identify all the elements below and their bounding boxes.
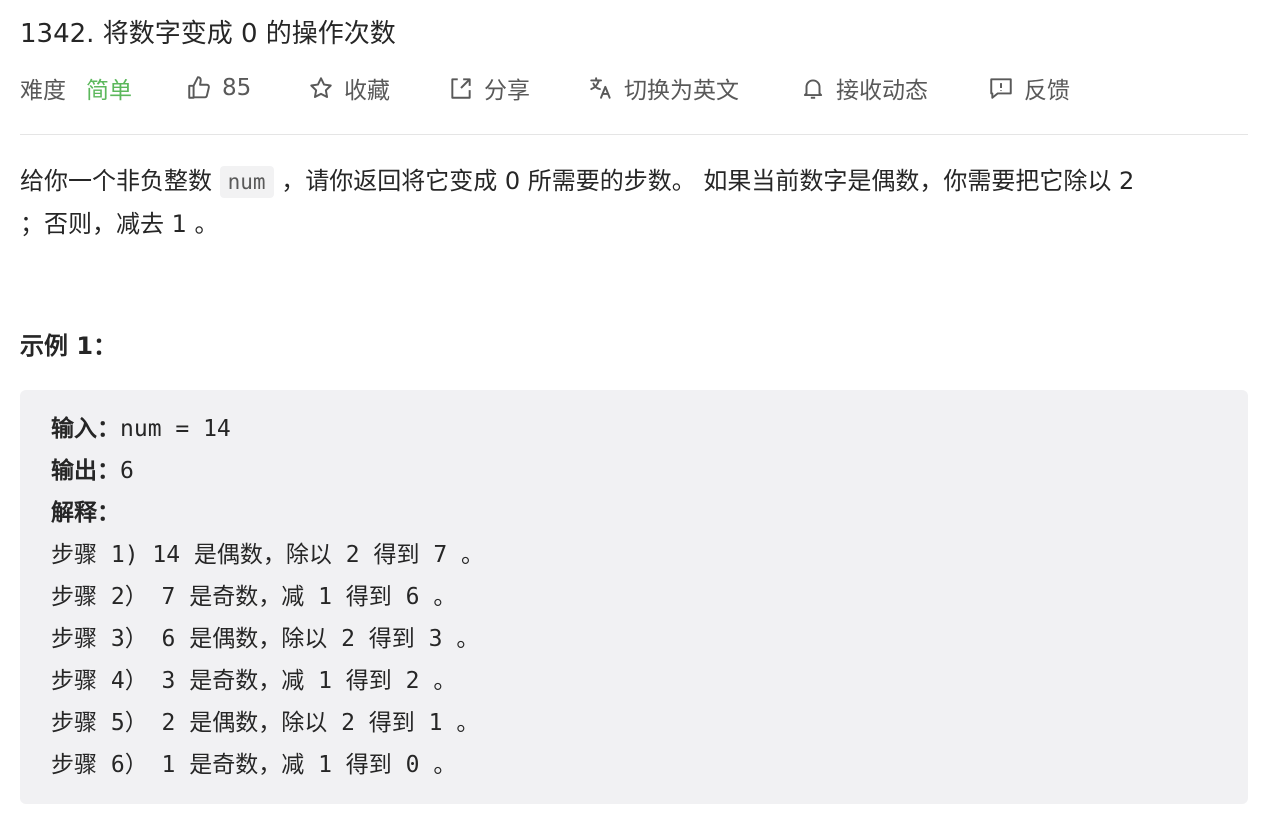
feedback-label: 反馈 [1024, 78, 1070, 104]
input-label: 输入： [51, 416, 120, 442]
description-text: 给你一个非负整数 [20, 167, 212, 195]
like-button[interactable]: 85 [186, 68, 251, 108]
inline-code-num: num [219, 166, 274, 198]
like-count: 85 [222, 75, 252, 101]
example-input: 输入：num = 14 [51, 411, 231, 447]
input-value: num = 14 [120, 416, 231, 442]
example-block: 输入：num = 14 输出：6 解释： 步骤 1) 14 是偶数，除以 2 得… [20, 390, 1248, 804]
subscribe-label: 接收动态 [836, 78, 928, 104]
problem-meta-bar: 难度 简单 85 收藏 分享 切换为英文 接收动态 反馈 [20, 68, 1248, 108]
output-label: 输出： [51, 458, 120, 484]
example-explanation-label: 解释： [51, 495, 120, 531]
explanation-step: 步骤 5） 2 是偶数，除以 2 得到 1 。 [51, 710, 480, 736]
explanation-step: 步骤 6） 1 是奇数，减 1 得到 0 。 [51, 752, 457, 778]
favorite-button[interactable]: 收藏 [308, 68, 390, 108]
subscribe-button[interactable]: 接收动态 [800, 68, 928, 108]
problem-description: 给你一个非负整数 num ，请你返回将它变成 0 所需要的步数。 如果当前数字是… [20, 160, 1230, 245]
explanation-step: 步骤 1) 14 是偶数，除以 2 得到 7 。 [51, 542, 485, 568]
translate-icon [590, 77, 611, 99]
switch-language-label: 切换为英文 [624, 78, 739, 104]
description-text: ；否则，减去 1 。 [20, 210, 219, 238]
feedback-button[interactable]: 反馈 [988, 68, 1070, 108]
example-title: 示例 1： [20, 332, 118, 360]
star-icon [310, 77, 332, 98]
explanation-step: 步骤 3） 6 是偶数，除以 2 得到 3 。 [51, 626, 480, 652]
bell-icon [803, 79, 823, 99]
share-icon [451, 78, 471, 99]
explanation-step: 步骤 4） 3 是奇数，减 1 得到 2 。 [51, 668, 457, 694]
example-output: 输出：6 [51, 453, 134, 489]
switch-language-button[interactable]: 切换为英文 [588, 68, 739, 108]
feedback-icon [990, 78, 1012, 99]
problem-title: 1342. 将数字变成 0 的操作次数 [20, 19, 396, 49]
share-button[interactable]: 分享 [448, 68, 530, 108]
favorite-label: 收藏 [344, 78, 390, 104]
difficulty-badge: 简单 [86, 78, 132, 104]
output-value: 6 [120, 458, 134, 484]
header-divider [20, 134, 1248, 135]
difficulty: 难度 简单 [20, 68, 132, 108]
thumbs-up-icon [188, 76, 210, 99]
explanation-step: 步骤 2） 7 是奇数，减 1 得到 6 。 [51, 584, 457, 610]
difficulty-label: 难度 [20, 78, 66, 104]
description-text: ，请你返回将它变成 0 所需要的步数。 如果当前数字是偶数，你需要把它除以 2 [281, 167, 1135, 195]
share-label: 分享 [484, 78, 530, 104]
explain-label: 解释： [51, 500, 120, 526]
